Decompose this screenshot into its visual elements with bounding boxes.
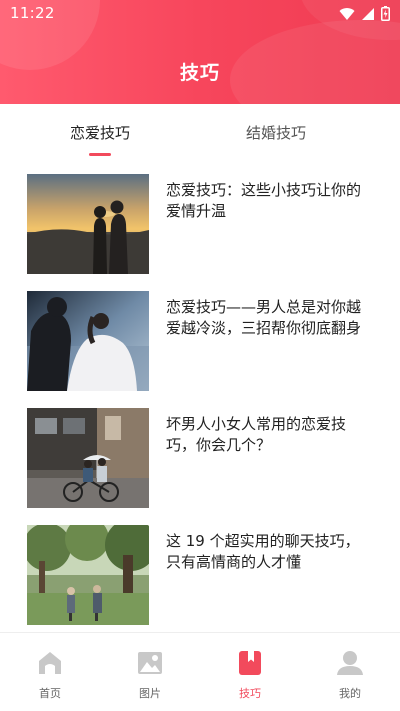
nav-label: 技巧 bbox=[239, 687, 261, 700]
cellular-signal-icon bbox=[361, 7, 375, 21]
header: 11:22 技巧 bbox=[0, 0, 400, 104]
list-item[interactable]: 恋爱技巧：这些小技巧让你的爱情升温 bbox=[27, 174, 373, 274]
user-icon bbox=[336, 649, 364, 677]
wifi-icon bbox=[339, 7, 355, 21]
bottom-navigation: 首页 图片 技巧 我的 bbox=[0, 632, 400, 711]
article-title: 恋爱技巧：这些小技巧让你的爱情升温 bbox=[166, 181, 362, 220]
article-title: 坏男人小女人常用的恋爱技巧，你会几个？ bbox=[166, 415, 347, 454]
nav-label: 我的 bbox=[339, 687, 361, 700]
article-title: 这 19 个超实用的聊天技巧，只有高情商的人才懂 bbox=[166, 532, 360, 571]
list-item[interactable]: 这 19 个超实用的聊天技巧，只有高情商的人才懂 bbox=[27, 525, 373, 625]
image-icon bbox=[136, 649, 164, 677]
article-list[interactable]: 恋爱技巧：这些小技巧让你的爱情升温 恋爱技巧——男人总是对你越爱越冷淡，三招帮你… bbox=[0, 160, 400, 632]
tab-love-tips[interactable]: 恋爱技巧 bbox=[0, 122, 200, 143]
article-thumbnail-image bbox=[27, 291, 149, 391]
nav-item-tips[interactable]: 技巧 bbox=[200, 649, 300, 701]
tab-active-indicator bbox=[89, 153, 111, 156]
nav-item-images[interactable]: 图片 bbox=[100, 649, 200, 701]
list-item[interactable]: 坏男人小女人常用的恋爱技巧，你会几个？ bbox=[27, 408, 373, 508]
status-icons bbox=[339, 6, 390, 21]
home-icon bbox=[36, 649, 64, 677]
nav-item-profile[interactable]: 我的 bbox=[300, 649, 400, 701]
nav-label: 首页 bbox=[39, 687, 61, 700]
app-screen: 11:22 技巧 恋爱技巧 结婚技巧 恋爱技巧：这些小技巧让你的爱情升温 恋爱技… bbox=[0, 0, 400, 711]
nav-item-home[interactable]: 首页 bbox=[0, 649, 100, 701]
page-title: 技巧 bbox=[179, 62, 220, 84]
battery-charging-icon bbox=[381, 6, 390, 21]
nav-label: 图片 bbox=[139, 687, 161, 700]
article-title: 恋爱技巧——男人总是对你越爱越冷淡，三招帮你彻底翻身 bbox=[166, 298, 362, 337]
status-bar: 11:22 bbox=[0, 0, 400, 28]
article-thumbnail-image bbox=[27, 408, 149, 508]
status-time: 11:22 bbox=[10, 4, 55, 22]
list-item[interactable]: 恋爱技巧——男人总是对你越爱越冷淡，三招帮你彻底翻身 bbox=[27, 291, 373, 391]
article-thumbnail-image bbox=[27, 174, 149, 274]
tab-marriage-tips[interactable]: 结婚技巧 bbox=[176, 122, 376, 143]
tab-bar: 恋爱技巧 结婚技巧 bbox=[0, 104, 400, 160]
bookmark-book-icon bbox=[236, 649, 264, 677]
article-thumbnail-image bbox=[27, 525, 149, 625]
